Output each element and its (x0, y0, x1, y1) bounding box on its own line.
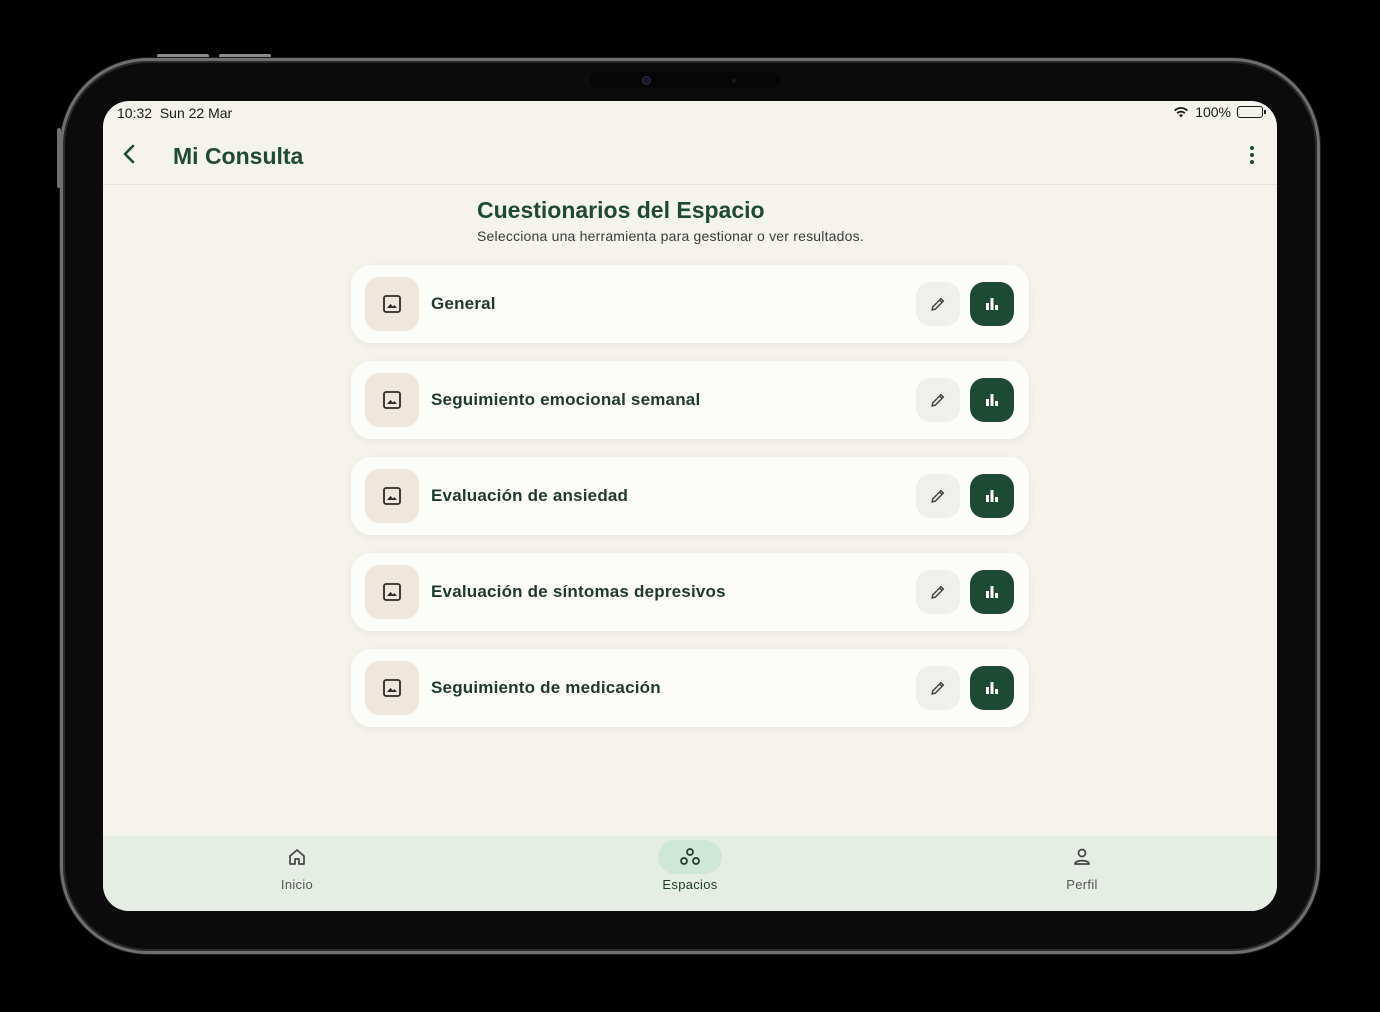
pencil-icon (931, 585, 945, 599)
edit-button[interactable] (916, 570, 960, 614)
questionnaire-card[interactable]: General (351, 265, 1029, 343)
edit-button[interactable] (916, 666, 960, 710)
nav-icon-wrap (265, 840, 329, 874)
questionnaire-title: General (431, 294, 496, 313)
questionnaire-thumbnail (365, 373, 419, 427)
nav-label: Inicio (280, 877, 314, 892)
screen: 10:32 Sun 22 Mar 100% Mi Consulta Cuesti… (103, 101, 1277, 911)
status-right: 100% (1173, 104, 1266, 120)
questionnaire-thumbnail (365, 661, 419, 715)
questionnaire-card[interactable]: Seguimiento emocional semanal (351, 361, 1029, 439)
questionnaire-title: Seguimiento de medicación (431, 678, 661, 697)
section-title: Cuestionarios del Espacio (477, 197, 765, 223)
results-button[interactable] (970, 474, 1014, 518)
questionnaire-card[interactable]: Evaluación de ansiedad (351, 457, 1029, 535)
edit-button[interactable] (916, 282, 960, 326)
more-vert-icon[interactable] (1249, 145, 1255, 165)
questionnaire-title: Evaluación de ansiedad (431, 486, 629, 505)
bottom-nav: Inicio Espacios Perfil (103, 836, 1277, 911)
questionnaire-card[interactable]: Seguimiento de medicación (351, 649, 1029, 727)
camera (642, 76, 651, 85)
bar-chart-icon (986, 682, 998, 694)
bar-chart-icon (986, 586, 998, 598)
results-button[interactable] (970, 570, 1014, 614)
person-icon (1074, 848, 1090, 865)
image-icon (383, 391, 401, 409)
spaces-icon (680, 848, 700, 865)
image-icon (383, 295, 401, 313)
image-icon (383, 487, 401, 505)
edit-button[interactable] (916, 378, 960, 422)
questionnaire-card[interactable]: Evaluación de síntomas depresivos (351, 553, 1029, 631)
nav-item-espacios[interactable]: Espacios (630, 836, 750, 911)
section-subtitle: Selecciona una herramienta para gestiona… (477, 228, 864, 244)
bar-chart-icon (986, 394, 998, 406)
nav-icon-wrap (1050, 840, 1114, 874)
questionnaire-thumbnail (365, 469, 419, 523)
results-button[interactable] (970, 666, 1014, 710)
status-time: 10:32 Sun 22 Mar (117, 105, 233, 121)
results-button[interactable] (970, 378, 1014, 422)
nav-label: Espacios (662, 877, 718, 892)
battery-percent: 100% (1195, 104, 1231, 120)
app-bar: Mi Consulta (103, 125, 1277, 185)
pencil-icon (931, 393, 945, 407)
nav-item-inicio[interactable]: Inicio (237, 836, 357, 911)
questionnaire-title: Evaluación de síntomas depresivos (431, 582, 726, 601)
back-arrow-icon[interactable] (119, 143, 141, 165)
bar-chart-icon (986, 298, 998, 310)
status-bar: 10:32 Sun 22 Mar 100% (103, 101, 1277, 125)
image-icon (383, 679, 401, 697)
nav-icon-wrap (658, 840, 722, 874)
questionnaire-thumbnail (365, 565, 419, 619)
questionnaire-thumbnail (365, 277, 419, 331)
pencil-icon (931, 489, 945, 503)
questionnaire-title: Seguimiento emocional semanal (431, 390, 701, 409)
results-button[interactable] (970, 282, 1014, 326)
edit-button[interactable] (916, 474, 960, 518)
nav-item-perfil[interactable]: Perfil (1022, 836, 1142, 911)
page-title: Mi Consulta (173, 143, 304, 169)
home-icon (289, 849, 305, 865)
wifi-icon (1174, 107, 1189, 118)
image-icon (383, 583, 401, 601)
sensor (732, 79, 736, 83)
nav-label: Perfil (1066, 877, 1098, 892)
camera-bar (590, 72, 780, 88)
bar-chart-icon (986, 490, 998, 502)
side-button (57, 128, 61, 188)
pencil-icon (931, 297, 945, 311)
battery-icon (1237, 106, 1266, 118)
pencil-icon (931, 681, 945, 695)
